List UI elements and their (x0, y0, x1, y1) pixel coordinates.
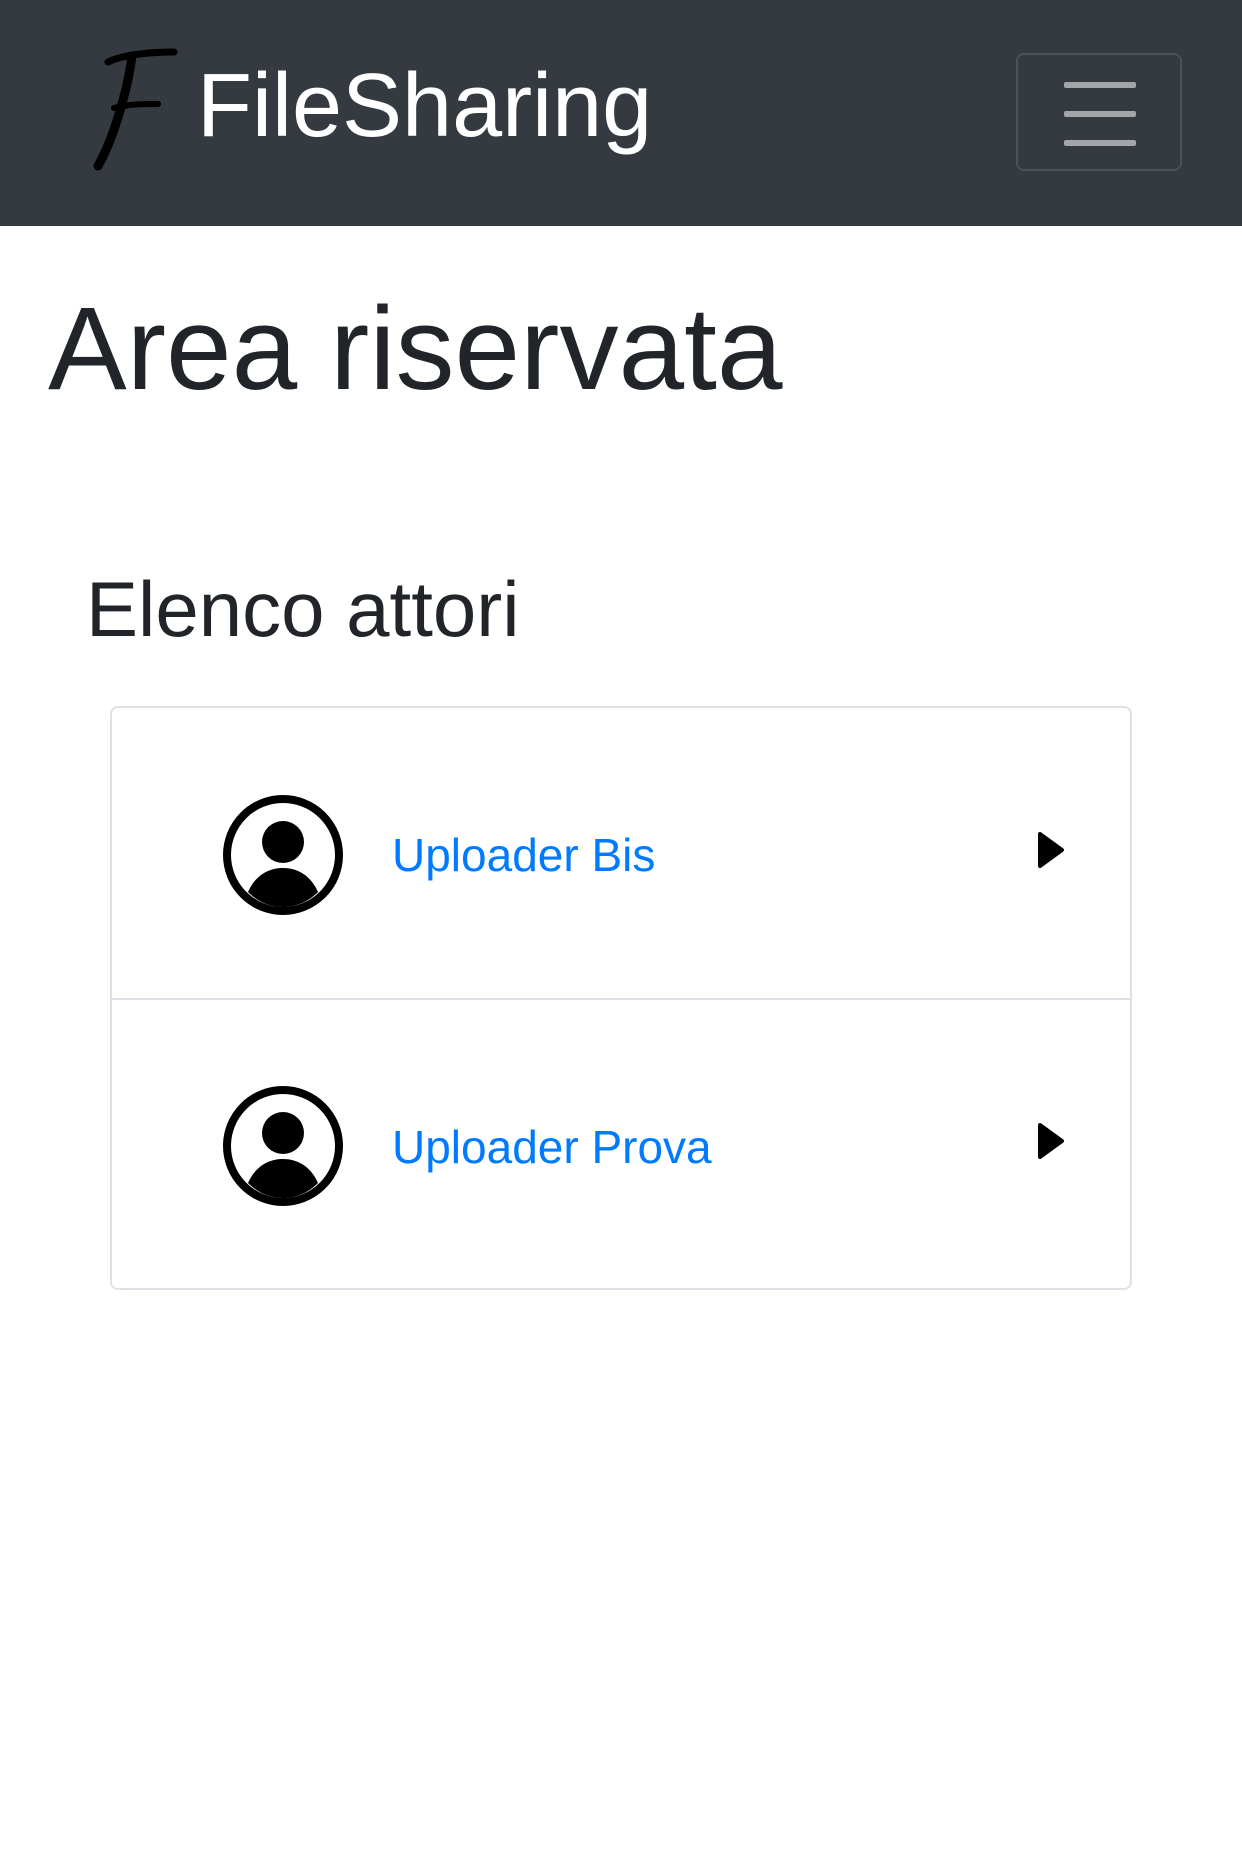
navbar: FileSharing (0, 0, 1242, 226)
actor-link[interactable]: Uploader Bis (392, 827, 655, 883)
hamburger-menu-icon (1064, 82, 1136, 88)
section-title: Elenco attori (86, 565, 520, 653)
user-circle-icon (222, 1085, 344, 1207)
brand-name[interactable]: FileSharing (197, 56, 652, 156)
user-circle-icon (222, 794, 344, 916)
caret-right-icon[interactable] (1036, 830, 1066, 870)
brand-logo-icon[interactable] (84, 48, 180, 172)
actor-link[interactable]: Uploader Prova (392, 1119, 712, 1175)
navbar-toggler-button[interactable] (1016, 53, 1182, 171)
list-item[interactable]: Uploader Prova (112, 998, 1130, 1288)
list-item[interactable]: Uploader Bis (112, 708, 1130, 998)
actors-list: Uploader Bis Uploader Prova (110, 706, 1132, 1290)
hamburger-menu-icon-bar (1064, 140, 1136, 146)
caret-right-icon[interactable] (1036, 1121, 1066, 1161)
hamburger-menu-icon-bar (1064, 111, 1136, 117)
page-title: Area riservata (48, 283, 783, 415)
